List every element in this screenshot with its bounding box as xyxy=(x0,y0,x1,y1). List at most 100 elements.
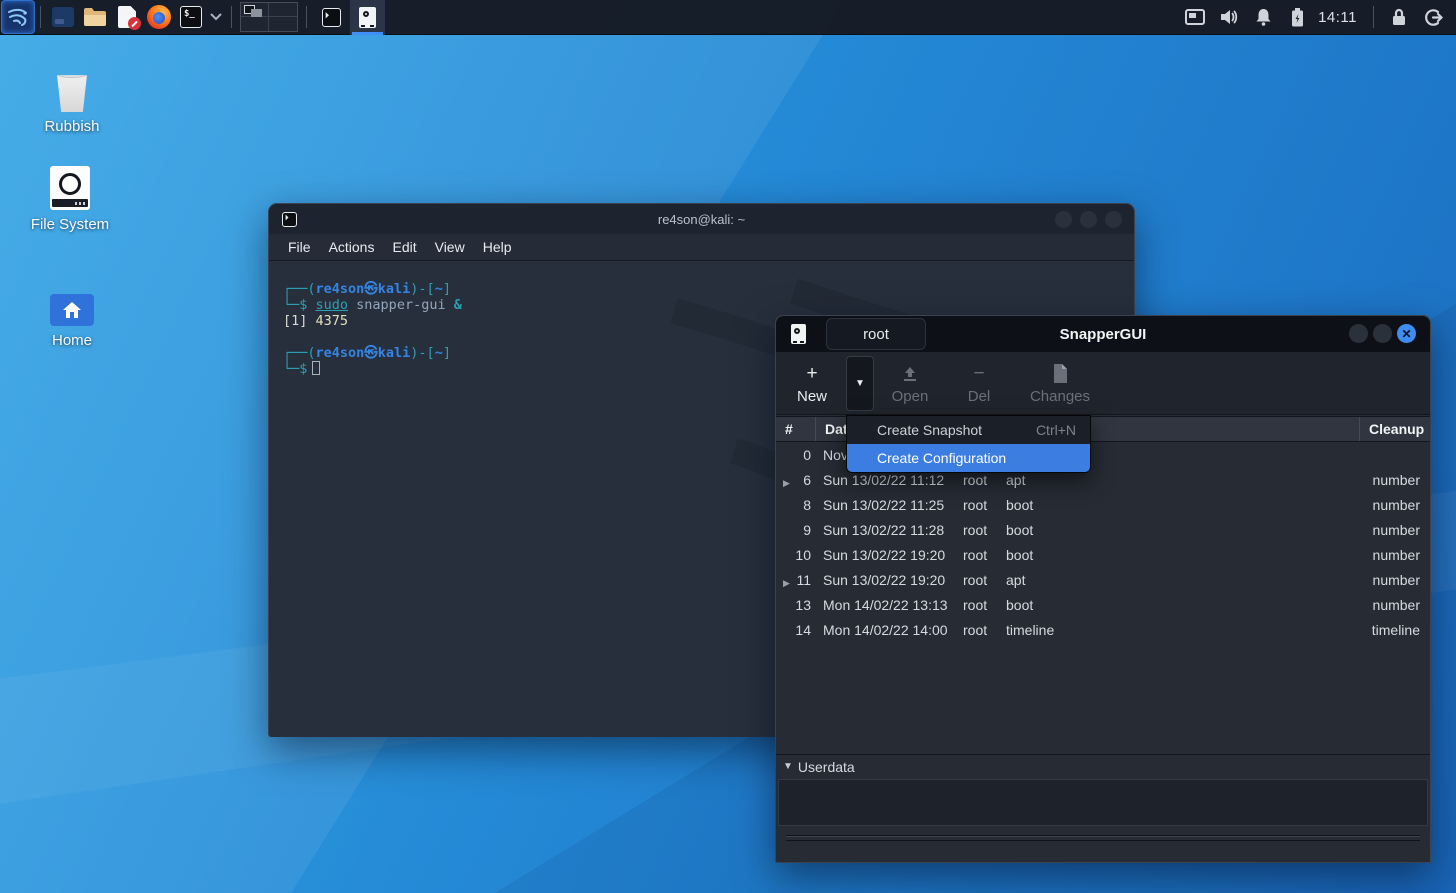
menu-edit[interactable]: Edit xyxy=(383,236,425,258)
table-row[interactable]: 9Sun 13/02/22 11:28rootbootnumber xyxy=(776,517,1430,542)
lock-icon[interactable] xyxy=(1384,2,1414,32)
firefox-button[interactable] xyxy=(143,1,175,33)
table-row[interactable]: 13Mon 14/02/22 13:13rootbootnumber xyxy=(776,592,1430,617)
maximize-button[interactable] xyxy=(1080,211,1097,228)
menu-help[interactable]: Help xyxy=(474,236,521,258)
shortcut-label: Ctrl+N xyxy=(1036,422,1076,438)
cell-num: 14 xyxy=(776,622,816,638)
cell-type: boot xyxy=(1002,522,1088,538)
table-row[interactable]: 8Sun 13/02/22 11:25rootbootnumber xyxy=(776,492,1430,517)
cell-date: Mon 14/02/22 14:00 xyxy=(816,622,958,638)
panel-separator xyxy=(1373,6,1374,28)
text-editor-button[interactable] xyxy=(111,1,143,33)
maximize-button[interactable] xyxy=(1373,324,1392,343)
show-desktop-button[interactable] xyxy=(47,1,79,33)
userdata-label: Userdata xyxy=(798,759,855,775)
terminal-menubar: FileActionsEditViewHelp xyxy=(269,234,1134,261)
userdata-textarea[interactable] xyxy=(778,779,1428,826)
column-header-description xyxy=(1088,417,1360,441)
column-header-cleanup: Cleanup xyxy=(1360,417,1430,441)
terminal-cursor xyxy=(312,361,320,375)
terminal-titlebar[interactable]: ⏵ re4son@kali: ~ xyxy=(269,204,1134,234)
open-button[interactable]: Open xyxy=(878,356,942,411)
logout-icon[interactable] xyxy=(1418,2,1448,32)
cell-clean: number xyxy=(1360,497,1430,513)
expander-arrow-icon: ▼ xyxy=(783,761,793,772)
cell-num: 9 xyxy=(776,522,816,538)
cell-num: 0 xyxy=(776,447,816,463)
menu-item-create-snapshot[interactable]: Create Snapshot Ctrl+N xyxy=(847,416,1090,444)
volume-icon[interactable] xyxy=(1214,2,1244,32)
menu-file[interactable]: File xyxy=(279,236,320,258)
cell-num: 13 xyxy=(776,597,816,613)
file-manager-button[interactable] xyxy=(79,1,111,33)
firefox-icon xyxy=(147,5,171,29)
new-dropdown-menu: Create Snapshot Ctrl+N Create Configurat… xyxy=(846,415,1091,473)
close-button[interactable]: ✕ xyxy=(1397,324,1416,343)
table-row[interactable]: ▶11Sun 13/02/22 19:20rootaptnumber xyxy=(776,567,1430,592)
cell-num: 10 xyxy=(776,547,816,563)
userdata-expander[interactable]: ▼ Userdata xyxy=(776,754,1430,778)
desktop-icon-label: Rubbish xyxy=(17,118,127,135)
desktop-icon-label: File System xyxy=(15,216,125,233)
snapper-app-icon xyxy=(359,7,376,28)
desktop-icon-rubbish[interactable]: Rubbish xyxy=(17,60,127,135)
workspace-1[interactable] xyxy=(241,3,269,17)
workspace-4[interactable] xyxy=(269,17,297,31)
row-expander-icon[interactable]: ▶ xyxy=(783,478,790,489)
workspace-3[interactable] xyxy=(241,17,269,31)
terminal-launcher-button[interactable]: $_ xyxy=(175,1,207,33)
chevron-down-icon xyxy=(210,13,222,21)
menu-view[interactable]: View xyxy=(426,236,474,258)
menu-item-create-configuration[interactable]: Create Configuration xyxy=(847,444,1090,472)
desktop-icon-file-system[interactable]: File System xyxy=(15,158,125,233)
notifications-bell-icon[interactable] xyxy=(1248,2,1278,32)
battery-charging-icon[interactable] xyxy=(1282,2,1312,32)
terminal-icon: ⏵ xyxy=(322,8,341,27)
snapper-headerbar[interactable]: root SnapperGUI ✕ xyxy=(776,316,1430,352)
display-tray-icon[interactable] xyxy=(1180,2,1210,32)
cell-user: root xyxy=(958,497,1002,513)
row-expander-icon[interactable]: ▶ xyxy=(783,578,790,589)
terminal-icon: $_ xyxy=(180,6,202,28)
cell-clean: number xyxy=(1360,472,1430,488)
taskbar-item-snapper-gui[interactable] xyxy=(350,0,385,35)
cell-user: root xyxy=(958,622,1002,638)
new-dropdown-toggle[interactable]: ▼ xyxy=(846,356,874,411)
cell-type: boot xyxy=(1002,547,1088,563)
changes-button[interactable]: Changes xyxy=(1018,356,1102,411)
menu-actions[interactable]: Actions xyxy=(320,236,384,258)
cell-date: Sun 13/02/22 19:20 xyxy=(816,572,958,588)
cell-user: root xyxy=(958,522,1002,538)
minimize-button[interactable] xyxy=(1349,324,1368,343)
folder-icon xyxy=(83,7,107,27)
workspace-2[interactable] xyxy=(269,3,297,17)
clock[interactable]: 14:11 xyxy=(1316,9,1363,26)
cell-user: root xyxy=(958,597,1002,613)
new-button[interactable]: + New xyxy=(782,356,842,411)
cell-date: Sun 13/02/22 11:12 xyxy=(816,472,958,488)
plus-icon: + xyxy=(806,363,817,385)
cell-user: root xyxy=(958,547,1002,563)
cell-user: root xyxy=(958,472,1002,488)
table-row[interactable]: 10Sun 13/02/22 19:20rootbootnumber xyxy=(776,542,1430,567)
cell-date: Sun 13/02/22 19:20 xyxy=(816,547,958,563)
table-row[interactable]: 14Mon 14/02/22 14:00roottimelinetimeline xyxy=(776,617,1430,642)
minimize-button[interactable] xyxy=(1055,211,1072,228)
trash-icon xyxy=(17,60,127,112)
workspace-switcher[interactable] xyxy=(240,2,298,32)
cell-num: ▶11 xyxy=(776,572,816,588)
applications-menu-button[interactable] xyxy=(2,1,34,33)
document-icon xyxy=(1053,363,1068,385)
delete-button[interactable]: − Del xyxy=(951,356,1007,411)
cell-type: boot xyxy=(1002,597,1088,613)
cell-num: ▶6 xyxy=(776,472,816,488)
more-launchers-button[interactable] xyxy=(207,1,225,33)
close-button[interactable] xyxy=(1105,211,1122,228)
panel-separator xyxy=(231,6,232,28)
desktop-icon-home[interactable]: Home xyxy=(17,274,127,349)
column-header-num: # xyxy=(776,417,816,441)
cell-type: boot xyxy=(1002,497,1088,513)
taskbar-item-terminal[interactable]: ⏵ xyxy=(313,0,350,35)
snapper-gui-window: root SnapperGUI ✕ + New ▼ Open xyxy=(775,315,1431,863)
